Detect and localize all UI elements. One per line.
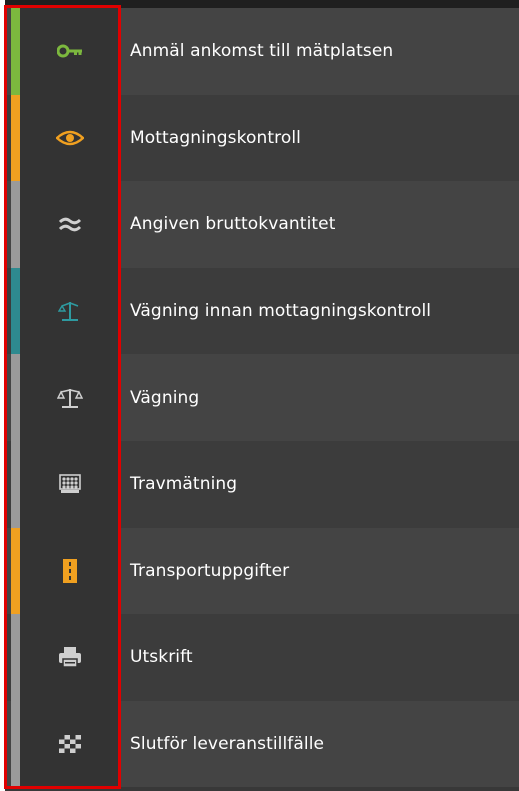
icon-cell	[20, 94, 120, 182]
accent-bar	[11, 8, 20, 95]
menu-item-label: Vägning	[130, 387, 200, 408]
menu-item-angiven-bruttokvantitet[interactable]: Angiven bruttokvantitet	[5, 181, 519, 268]
menu-item-anmal-ankomst[interactable]: Anmäl ankomst till mätplatsen	[5, 8, 519, 95]
icon-cell	[20, 267, 120, 355]
menu-item-mottagningskontroll[interactable]: Mottagningskontroll	[5, 94, 519, 182]
scale-icon	[57, 387, 83, 409]
accent-bar	[11, 181, 20, 268]
menu-item-label: Transportuppgifter	[130, 560, 290, 581]
menu-item-label: Anmäl ankomst till mätplatsen	[130, 41, 394, 62]
menu-item-travmatning[interactable]: Travmätning	[5, 440, 519, 528]
menu-item-vagning[interactable]: Vägning	[5, 354, 519, 441]
accent-bar	[11, 94, 20, 182]
menu-item-label: Mottagningskontroll	[130, 127, 301, 148]
approx-icon	[58, 216, 82, 232]
scale-pre-icon	[58, 300, 82, 322]
icon-cell	[20, 527, 120, 615]
menu-item-label: Angiven bruttokvantitet	[130, 214, 336, 235]
road-icon	[62, 558, 78, 584]
key-icon	[57, 44, 83, 58]
accent-bar	[11, 614, 20, 701]
accent-bar	[11, 440, 20, 528]
icon-cell	[20, 614, 120, 701]
icon-cell	[20, 8, 120, 95]
accent-bar	[11, 527, 20, 615]
icon-cell	[20, 181, 120, 268]
menu-item-utskrift[interactable]: Utskrift	[5, 614, 519, 701]
icon-cell	[20, 354, 120, 441]
delivery-menu: Anmäl ankomst till mätplatsen Mottagning…	[5, 0, 519, 791]
icon-cell	[20, 700, 120, 788]
menu-item-slutfor-leveranstillfalle[interactable]: Slutför leveranstillfälle	[5, 700, 519, 788]
menu-item-label: Slutför leveranstillfälle	[130, 734, 325, 755]
menu-item-transportuppgifter[interactable]: Transportuppgifter	[5, 527, 519, 615]
menu-item-label: Vägning innan mottagningskontroll	[130, 301, 432, 322]
stack-measure-icon	[58, 473, 82, 495]
eye-icon	[56, 130, 84, 146]
checkered-flag-icon	[58, 734, 82, 754]
printer-icon	[58, 646, 82, 669]
accent-bar	[11, 354, 20, 441]
menu-item-label: Travmätning	[130, 474, 238, 495]
menu-item-label: Utskrift	[130, 647, 193, 668]
menu-item-vagning-innan-mottagningskontroll[interactable]: Vägning innan mottagningskontroll	[5, 267, 519, 355]
accent-bar	[11, 700, 20, 788]
icon-cell	[20, 440, 120, 528]
accent-bar	[11, 267, 20, 355]
